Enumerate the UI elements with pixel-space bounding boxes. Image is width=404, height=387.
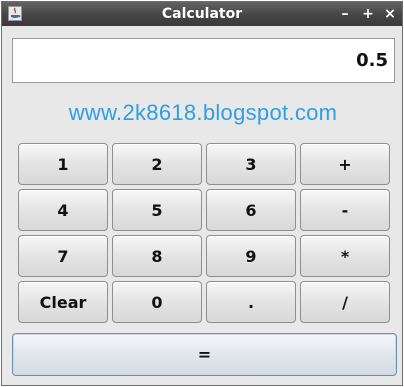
blog-url-banner: www.2k8618.blogspot.com bbox=[68, 100, 338, 125]
key-4[interactable]: 4 bbox=[18, 189, 108, 231]
calculator-window: Calculator – + × 0.5 www.2k8618.blogspot… bbox=[1, 1, 403, 386]
key-decimal[interactable]: . bbox=[206, 281, 296, 323]
key-divide[interactable]: / bbox=[300, 281, 390, 323]
key-9[interactable]: 9 bbox=[206, 235, 296, 277]
key-multiply[interactable]: * bbox=[300, 235, 390, 277]
key-5[interactable]: 5 bbox=[112, 189, 202, 231]
key-7[interactable]: 7 bbox=[18, 235, 108, 277]
key-3[interactable]: 3 bbox=[206, 143, 296, 185]
maximize-button[interactable]: + bbox=[359, 4, 377, 24]
keypad: 1 2 3 + 4 5 6 - 7 8 9 * Clear 0 . / bbox=[18, 143, 390, 323]
key-1[interactable]: 1 bbox=[18, 143, 108, 185]
title-bar[interactable]: Calculator – + × bbox=[2, 2, 402, 26]
key-minus[interactable]: - bbox=[300, 189, 390, 231]
key-6[interactable]: 6 bbox=[206, 189, 296, 231]
key-8[interactable]: 8 bbox=[112, 235, 202, 277]
clear-button[interactable]: Clear bbox=[18, 281, 108, 323]
minimize-button[interactable]: – bbox=[336, 4, 354, 24]
result-display[interactable]: 0.5 bbox=[12, 38, 395, 83]
equals-button[interactable]: = bbox=[12, 333, 397, 376]
key-0[interactable]: 0 bbox=[112, 281, 202, 323]
close-button[interactable]: × bbox=[381, 4, 399, 24]
key-2[interactable]: 2 bbox=[112, 143, 202, 185]
key-plus[interactable]: + bbox=[300, 143, 390, 185]
